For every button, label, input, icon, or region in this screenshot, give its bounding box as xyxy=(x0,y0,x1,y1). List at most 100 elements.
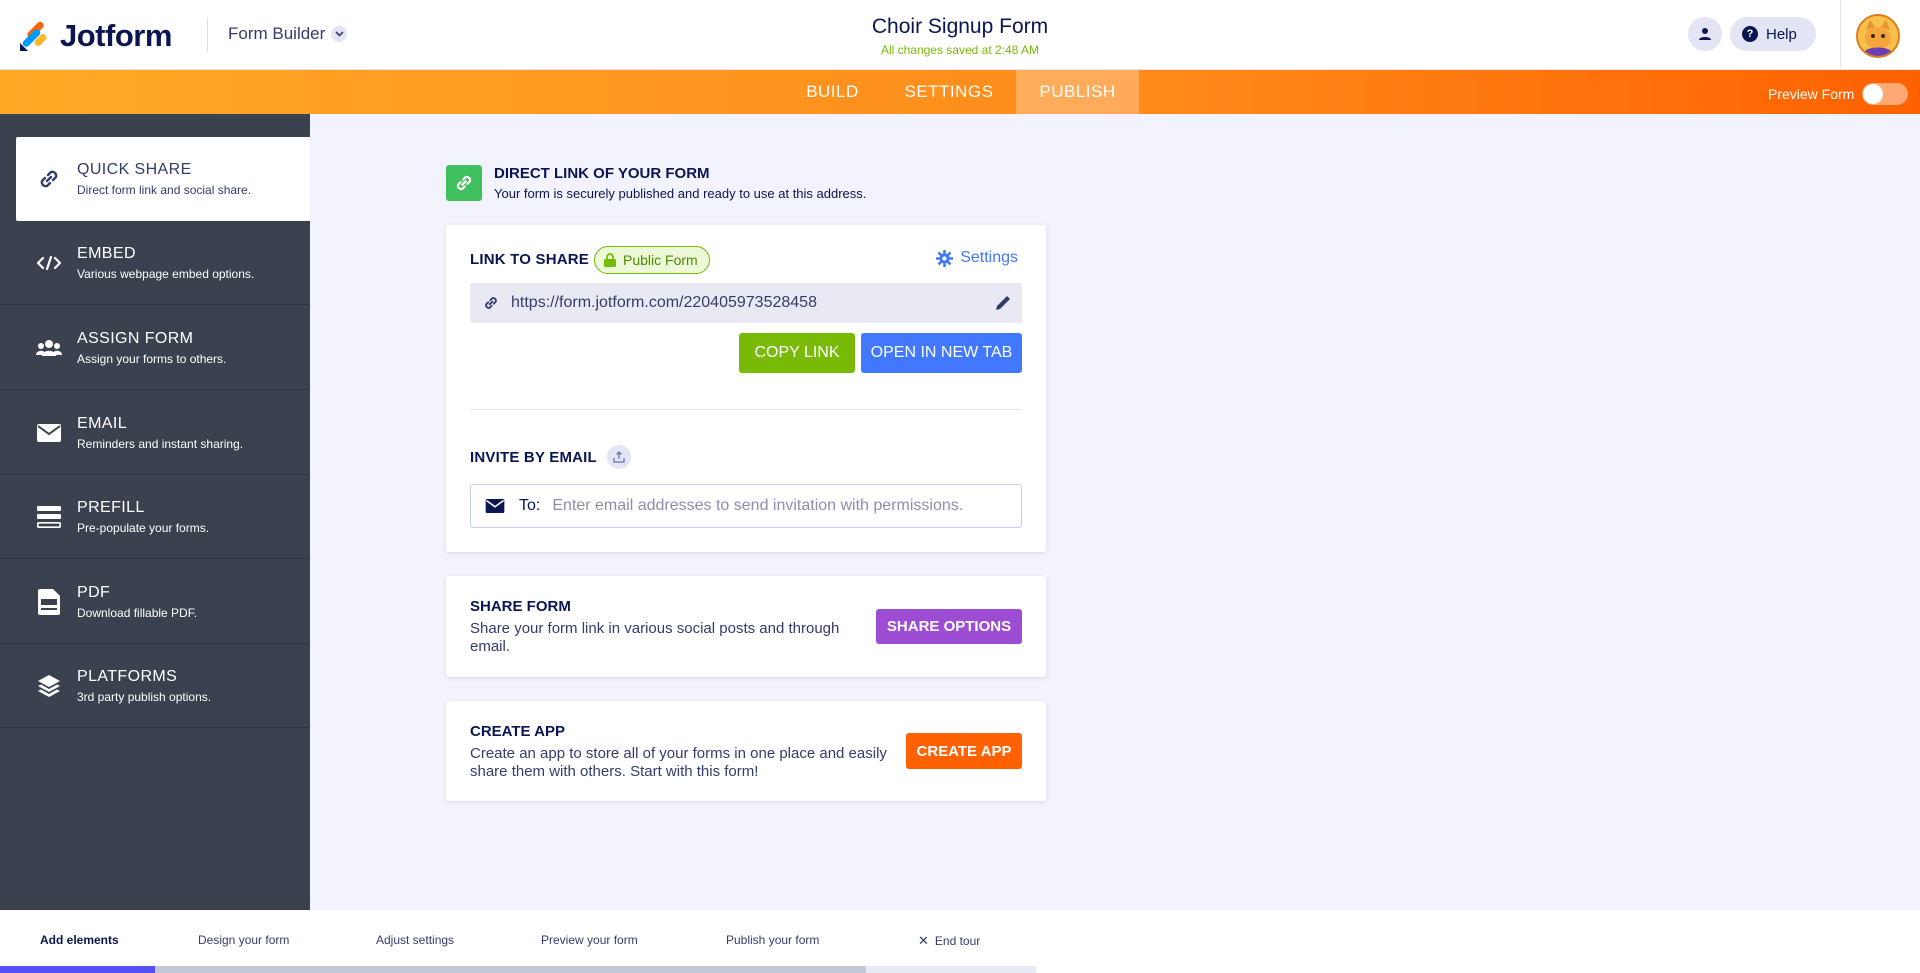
account-button[interactable] xyxy=(1688,17,1722,51)
sidebar-item-title: PDF xyxy=(77,583,111,601)
share-form-title: SHARE FORM xyxy=(470,598,571,615)
direct-link-title: DIRECT LINK OF YOUR FORM xyxy=(494,165,710,182)
layers-icon xyxy=(34,674,64,698)
invite-by-email-header: INVITE BY EMAIL xyxy=(470,445,631,469)
create-app-button[interactable]: CREATE APP xyxy=(906,733,1022,769)
pdf-icon xyxy=(34,588,64,615)
sidebar-item-desc: Reminders and instant sharing. xyxy=(77,436,244,451)
form-url-field[interactable]: https://form.jotform.com/220405973528458 xyxy=(470,283,1022,323)
copy-link-button[interactable]: COPY LINK xyxy=(739,333,855,373)
sidebar-item-title: EMAIL xyxy=(77,414,128,432)
save-status: All changes saved at 2:48 AM xyxy=(880,43,1040,57)
sidebar-item-assign-form[interactable]: ASSIGN FORM Assign your forms to others. xyxy=(0,306,310,390)
onboarding-tour-bar: Add elements Design your form Adjust set… xyxy=(0,910,1920,973)
share-options-button[interactable]: SHARE OPTIONS xyxy=(876,609,1022,644)
close-icon: ✕ xyxy=(918,933,929,948)
pencil-icon[interactable] xyxy=(995,294,1012,316)
question-icon: ? xyxy=(1742,26,1758,42)
sidebar-spacer xyxy=(0,114,310,137)
open-new-tab-button[interactable]: OPEN IN NEW TAB xyxy=(861,333,1022,373)
settings-label: Settings xyxy=(960,249,1018,266)
logo-text: Jotform xyxy=(60,18,172,53)
link-icon xyxy=(446,165,482,201)
envelope-icon xyxy=(485,499,505,513)
jotform-logo-icon xyxy=(18,19,50,53)
tour-step-preview[interactable]: Preview your form xyxy=(541,933,638,947)
end-tour-label: End tour xyxy=(934,934,981,948)
chevron-down-icon xyxy=(331,26,348,42)
app-header: Jotform Form Builder Choir Signup Form A… xyxy=(0,0,1920,70)
avatar[interactable] xyxy=(1856,14,1900,58)
create-app-card: CREATE APP Create an app to store all of… xyxy=(446,701,1046,801)
tab-publish[interactable]: PUBLISH xyxy=(1016,70,1139,114)
public-form-label: Public Form xyxy=(623,252,698,268)
form-builder-label: Form Builder xyxy=(228,24,326,43)
sidebar-item-embed[interactable]: EMBED Various webpage embed options. xyxy=(0,221,310,305)
sidebar-item-prefill[interactable]: PREFILL Pre-populate your forms. xyxy=(0,475,310,559)
form-builder-dropdown[interactable]: Form Builder xyxy=(228,24,348,44)
header-divider-right xyxy=(1840,0,1841,70)
link-icon xyxy=(485,297,497,309)
prefill-icon xyxy=(34,505,64,528)
email-placeholder: Enter email addresses to send invitation… xyxy=(552,497,964,514)
preview-switch[interactable] xyxy=(1862,83,1909,105)
tour-step-publish[interactable]: Publish your form xyxy=(726,933,819,947)
tab-settings[interactable]: SETTINGS xyxy=(890,70,1008,114)
form-title[interactable]: Choir Signup Form xyxy=(760,15,1160,39)
preview-form-label: Preview Form xyxy=(1768,86,1855,102)
end-tour-button[interactable]: ✕ End tour xyxy=(918,933,980,949)
tab-build[interactable]: BUILD xyxy=(786,70,879,114)
builder-nav: BUILD SETTINGS PUBLISH Preview Form xyxy=(0,70,1920,114)
upload-icon[interactable] xyxy=(606,445,631,469)
card-divider xyxy=(470,409,1022,410)
sidebar-item-pdf[interactable]: PDF Download fillable PDF. xyxy=(0,560,310,644)
toggle-knob xyxy=(1863,84,1884,104)
create-app-desc: Create an app to store all of your forms… xyxy=(470,745,887,780)
link-share-card: LINK TO SHARE Public Form Settings https… xyxy=(446,225,1046,552)
share-form-desc: Share your form link in various social p… xyxy=(470,620,840,655)
form-title-area: Choir Signup Form All changes saved at 2… xyxy=(760,15,1160,57)
preview-form-toggle[interactable]: Preview Form xyxy=(1768,83,1909,105)
link-settings-button[interactable]: Settings xyxy=(936,249,1018,267)
invite-by-email-label: INVITE BY EMAIL xyxy=(470,448,597,466)
sidebar-item-desc: Assign your forms to others. xyxy=(77,351,227,366)
sidebar-item-desc: Download fillable PDF. xyxy=(77,605,198,620)
jotform-logo[interactable]: Jotform xyxy=(18,18,172,54)
create-app-title: CREATE APP xyxy=(470,723,566,740)
publish-sidebar: QUICK SHARE Direct form link and social … xyxy=(0,114,310,910)
sidebar-item-platforms[interactable]: PLATFORMS 3rd party publish options. xyxy=(0,644,310,728)
invite-email-input[interactable]: To: Enter email addresses to send invita… xyxy=(470,484,1022,528)
sidebar-item-title: EMBED xyxy=(77,244,136,262)
sidebar-item-desc: 3rd party publish options. xyxy=(77,689,212,704)
envelope-icon xyxy=(34,423,64,442)
tour-progress-fill xyxy=(0,966,155,973)
sidebar-item-title: ASSIGN FORM xyxy=(77,329,194,347)
code-icon xyxy=(34,255,64,270)
tour-step-design[interactable]: Design your form xyxy=(198,933,289,947)
form-url-text: https://form.jotform.com/220405973528458 xyxy=(511,294,817,311)
help-button[interactable]: ? Help xyxy=(1730,17,1816,51)
tour-step-settings[interactable]: Adjust settings xyxy=(376,933,454,947)
direct-link-subtitle: Your form is securely published and read… xyxy=(494,186,867,201)
help-label: Help xyxy=(1766,25,1797,43)
sidebar-item-desc: Various webpage embed options. xyxy=(77,266,255,281)
sidebar-item-title: PLATFORMS xyxy=(77,667,178,685)
gear-icon xyxy=(936,249,954,267)
link-icon xyxy=(34,166,64,192)
header-divider xyxy=(207,18,208,52)
share-form-card: SHARE FORM Share your form link in vario… xyxy=(446,576,1046,677)
sidebar-item-title: QUICK SHARE xyxy=(77,161,192,178)
lock-icon xyxy=(604,253,616,267)
sidebar-item-quick-share[interactable]: QUICK SHARE Direct form link and social … xyxy=(16,137,310,221)
direct-link-heading: DIRECT LINK OF YOUR FORM Your form is se… xyxy=(446,165,866,201)
sidebar-item-title: PREFILL xyxy=(77,498,145,516)
sidebar-item-desc: Pre-populate your forms. xyxy=(77,520,210,535)
link-to-share-label: LINK TO SHARE xyxy=(470,251,589,268)
sidebar-item-email[interactable]: EMAIL Reminders and instant sharing. xyxy=(0,391,310,475)
tour-step-add-elements[interactable]: Add elements xyxy=(40,933,119,947)
users-icon xyxy=(34,339,64,357)
public-form-badge[interactable]: Public Form xyxy=(594,246,710,274)
user-icon xyxy=(1699,28,1711,40)
sidebar-item-desc: Direct form link and social share. xyxy=(77,183,252,197)
to-label: To: xyxy=(519,497,541,514)
